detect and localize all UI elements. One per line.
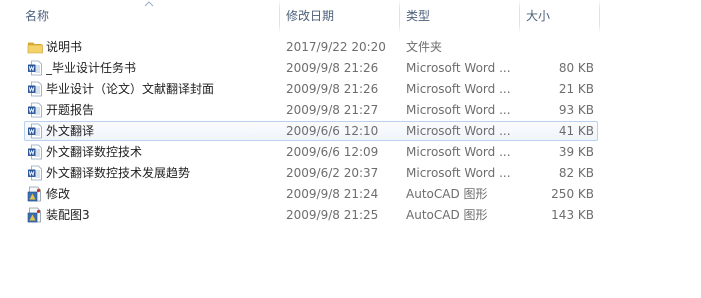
file-name: 开题报告	[46, 103, 95, 117]
file-list-view[interactable]: 名称 修改日期 类型 大小 说明书 2017/9/22 20:20 文件夹 _毕业设计…	[0, 0, 701, 298]
file-name: 修改	[46, 187, 71, 201]
file-modified-date: 2009/9/8 21:24	[286, 187, 379, 201]
column-header-bar: 名称 修改日期 类型 大小	[0, 0, 701, 33]
file-name: 外文翻译数控技术	[46, 145, 143, 159]
file-row[interactable]: 毕业设计（论文）文献翻译封面 2009/9/8 21:26 Microsoft Wo…	[24, 79, 598, 99]
file-modified-date: 2009/6/6 12:09	[286, 145, 379, 159]
column-divider[interactable]	[519, 0, 520, 33]
autocad-drawing-icon	[27, 207, 43, 223]
column-header-date[interactable]: 修改日期	[281, 0, 398, 33]
file-type: AutoCAD 图形	[406, 208, 488, 222]
word-document-icon	[27, 123, 43, 139]
file-size: 41 KB	[558, 124, 594, 138]
file-modified-date: 2017/9/22 20:20	[286, 40, 386, 54]
file-size: 143 KB	[551, 208, 594, 222]
file-type: Microsoft Word ...	[406, 124, 511, 138]
file-row[interactable]: 外文翻译数控技术 2009/6/6 12:09 Microsoft Word ...…	[24, 142, 598, 162]
file-size: 250 KB	[551, 187, 594, 201]
file-name: _毕业设计任务书	[46, 61, 137, 75]
file-row[interactable]: _毕业设计任务书 2009/9/8 21:26 Microsoft Word ...…	[24, 58, 598, 78]
file-name: 毕业设计（论文）文献翻译封面	[46, 82, 215, 96]
file-name: 外文翻译	[46, 124, 95, 138]
file-size: 93 KB	[558, 103, 594, 117]
column-divider[interactable]	[399, 0, 400, 33]
file-modified-date: 2009/9/8 21:27	[286, 103, 379, 117]
column-divider[interactable]	[599, 0, 600, 33]
file-row[interactable]: 外文翻译数控技术发展趋势 2009/6/2 20:37 Microsoft Word…	[24, 163, 598, 183]
column-header-size[interactable]: 大小	[521, 0, 598, 33]
word-document-icon	[27, 81, 43, 97]
column-divider[interactable]	[279, 0, 280, 33]
column-header-name[interactable]: 名称	[20, 0, 278, 33]
file-modified-date: 2009/6/2 20:37	[286, 166, 379, 180]
file-row[interactable]: 说明书 2017/9/22 20:20 文件夹	[24, 37, 598, 57]
file-name: 说明书	[46, 40, 83, 54]
word-document-icon	[27, 60, 43, 76]
file-name: 外文翻译数控技术发展趋势	[46, 166, 191, 180]
autocad-drawing-icon	[27, 186, 43, 202]
file-type: Microsoft Word ...	[406, 103, 511, 117]
column-header-type[interactable]: 类型	[401, 0, 518, 33]
file-size: 39 KB	[558, 145, 594, 159]
file-modified-date: 2009/9/8 21:26	[286, 61, 379, 75]
file-row[interactable]: 装配图3 2009/9/8 21:25 AutoCAD 图形 143 KB	[24, 205, 598, 225]
word-document-icon	[27, 144, 43, 160]
file-modified-date: 2009/9/8 21:25	[286, 208, 379, 222]
file-row[interactable]: 开题报告 2009/9/8 21:27 Microsoft Word ... 93 K…	[24, 100, 598, 120]
word-document-icon	[27, 165, 43, 181]
file-name: 装配图3	[46, 208, 90, 222]
folder-icon	[27, 39, 43, 55]
file-modified-date: 2009/9/8 21:26	[286, 82, 379, 96]
file-type: Microsoft Word ...	[406, 82, 511, 96]
file-size: 80 KB	[558, 61, 594, 75]
file-type: Microsoft Word ...	[406, 166, 511, 180]
file-type: Microsoft Word ...	[406, 145, 511, 159]
file-type: Microsoft Word ...	[406, 61, 511, 75]
file-size	[521, 38, 594, 56]
file-row[interactable]: 外文翻译 2009/6/6 12:10 Microsoft Word ... 41 K…	[24, 121, 598, 141]
file-size: 21 KB	[558, 82, 594, 96]
file-size: 82 KB	[558, 166, 594, 180]
file-type: AutoCAD 图形	[406, 187, 488, 201]
file-type: 文件夹	[406, 40, 443, 54]
word-document-icon	[27, 102, 43, 118]
file-row[interactable]: 修改 2009/9/8 21:24 AutoCAD 图形 250 KB	[24, 184, 598, 204]
file-modified-date: 2009/6/6 12:10	[286, 124, 379, 138]
scroll-area	[690, 33, 701, 298]
